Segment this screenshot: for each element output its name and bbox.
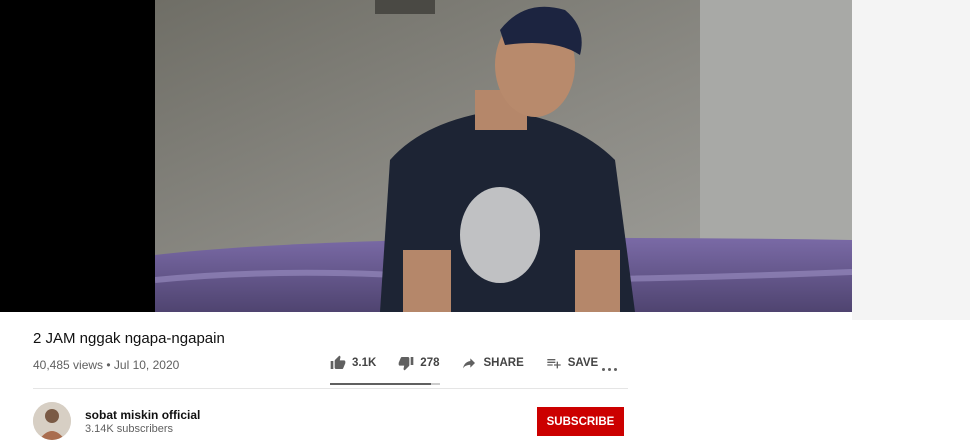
thumb-down-icon [398, 357, 414, 371]
avatar-image [33, 402, 71, 440]
subscribe-button[interactable]: SUBSCRIBE [537, 407, 624, 436]
rating-fill [330, 383, 432, 385]
share-icon [463, 358, 476, 369]
subscriber-count: 3.14K subscribers [85, 423, 174, 435]
avatar[interactable] [33, 402, 71, 440]
sidebar-background [852, 0, 970, 320]
rating-bar [330, 383, 440, 385]
dislike-button[interactable]: 278 [398, 355, 439, 371]
video-meta: 40,485 views • Jul 10, 2020 [33, 358, 180, 372]
video-actions: 3.1K 278 SHARE SAVE [330, 355, 620, 371]
save-button[interactable]: SAVE [546, 355, 598, 371]
share-button[interactable]: SHARE [461, 355, 524, 371]
thumb-up-icon [330, 355, 346, 369]
video-frame[interactable] [155, 0, 852, 312]
video-thumbnail [155, 0, 852, 312]
share-label: SHARE [483, 357, 524, 369]
channel-name[interactable]: sobat miskin official [85, 408, 200, 422]
save-label: SAVE [567, 357, 599, 369]
divider [33, 388, 628, 389]
like-button[interactable]: 3.1K [330, 355, 376, 371]
video-title: 2 JAM nggak ngapa-ngapain [33, 330, 225, 347]
dislike-count: 278 [420, 357, 440, 369]
playlist-add-icon [547, 359, 561, 369]
more-icon[interactable] [602, 368, 617, 371]
video-player[interactable] [0, 0, 970, 312]
like-count: 3.1K [352, 357, 377, 369]
